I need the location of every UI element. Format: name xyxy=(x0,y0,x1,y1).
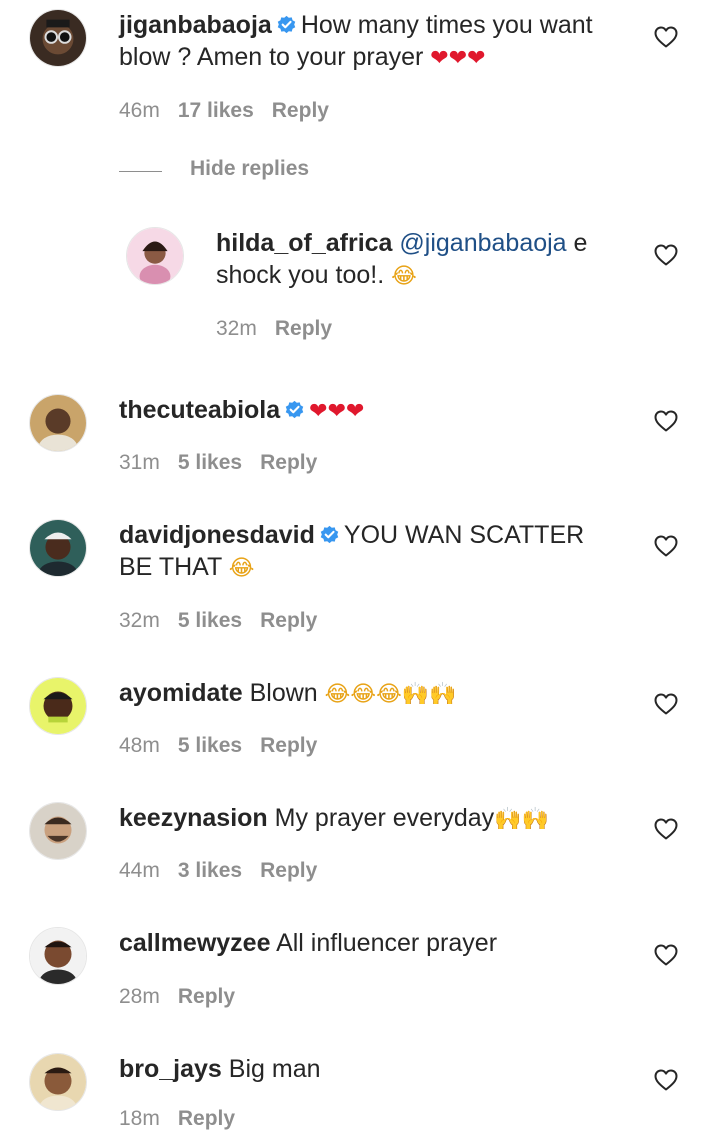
comment-text: hilda_of_africa @jiganbabaoja e shock yo… xyxy=(216,227,616,293)
mention-link[interactable]: @jiganbabaoja xyxy=(399,229,566,257)
like-heart-icon[interactable] xyxy=(654,244,678,266)
divider-line xyxy=(119,171,162,172)
heart-emoji-icon: ❤ xyxy=(309,399,328,424)
avatar[interactable] xyxy=(29,9,87,67)
comment-username[interactable]: thecuteabiola xyxy=(119,396,280,424)
like-heart-icon[interactable] xyxy=(654,410,678,432)
reply-button[interactable]: Reply xyxy=(260,734,317,757)
comment-meta: 32m 5 likes Reply xyxy=(119,609,335,633)
heart-emoji-icon: ❤ xyxy=(327,399,347,424)
heart-emoji-icon: ❤ xyxy=(430,46,449,71)
verified-badge-icon xyxy=(319,524,340,545)
comment-text: davidjonesdavid YOU WAN SCATTER BE THAT 😂 xyxy=(119,519,619,585)
reply-button[interactable]: Reply xyxy=(260,451,317,474)
comment-body: My prayer everyday xyxy=(274,804,495,832)
comment-time: 32m xyxy=(216,317,257,340)
reply-button[interactable]: Reply xyxy=(260,859,317,882)
reply-button[interactable]: Reply xyxy=(260,609,317,632)
comment-text: keezynasion My prayer everyday🙌🙌 xyxy=(119,802,619,836)
like-count[interactable]: 5 likes xyxy=(178,734,242,757)
raised-hands-emoji-icon: 🙌 xyxy=(401,682,430,707)
comment-username[interactable]: ayomidate xyxy=(119,679,243,707)
reply-button[interactable]: Reply xyxy=(272,99,329,122)
comment-body: Big man xyxy=(228,1055,321,1083)
comment-meta: 31m 5 likes Reply xyxy=(119,451,335,475)
comment-username[interactable]: callmewyzee xyxy=(119,929,271,957)
reply-button[interactable]: Reply xyxy=(275,317,332,340)
like-count[interactable]: 3 likes xyxy=(178,859,242,882)
comment-meta: 18m Reply xyxy=(119,1107,253,1131)
avatar[interactable] xyxy=(29,927,87,985)
comment-text: jiganbabaoja How many times you want blow… xyxy=(119,9,619,75)
comment-username[interactable]: keezynasion xyxy=(119,804,268,832)
comment-time: 32m xyxy=(119,609,160,632)
comment-username[interactable]: hilda_of_africa xyxy=(216,229,392,257)
avatar[interactable] xyxy=(29,1053,87,1111)
like-heart-icon[interactable] xyxy=(654,1069,678,1091)
raised-hands-emoji-icon: 🙌 xyxy=(429,682,457,707)
heart-emoji-icon: ❤ xyxy=(448,46,468,71)
laughing-emoji-icon: 😂 xyxy=(350,682,377,707)
avatar[interactable] xyxy=(29,802,87,860)
comment-time: 31m xyxy=(119,451,160,474)
avatar[interactable] xyxy=(29,677,87,735)
comment-text: callmewyzee All influencer prayer xyxy=(119,927,619,959)
verified-badge-icon xyxy=(276,14,297,35)
comment-username[interactable]: bro_jays xyxy=(119,1055,222,1083)
raised-hands-emoji-icon: 🙌 xyxy=(494,807,522,832)
laughing-emoji-icon: 😂 xyxy=(228,556,255,581)
comment-time: 46m xyxy=(119,99,160,122)
comment-username[interactable]: jiganbabaoja xyxy=(119,11,272,39)
avatar[interactable] xyxy=(126,227,184,285)
laughing-emoji-icon: 😂 xyxy=(376,682,402,707)
comment-time: 28m xyxy=(119,985,160,1008)
reply-button[interactable]: Reply xyxy=(178,985,235,1008)
comment-text: bro_jays Big man xyxy=(119,1053,619,1085)
comment-meta: 32m Reply xyxy=(216,317,350,341)
comment-username[interactable]: davidjonesdavid xyxy=(119,521,315,549)
heart-emoji-icon: ❤ xyxy=(346,399,365,424)
comment-time: 18m xyxy=(119,1107,160,1130)
like-count[interactable]: 5 likes xyxy=(178,609,242,632)
like-count[interactable]: 5 likes xyxy=(178,451,242,474)
comment-body: Blown xyxy=(249,679,318,707)
comment-body: All influencer prayer xyxy=(276,929,498,957)
heart-emoji-icon: ❤ xyxy=(467,46,486,71)
verified-badge-icon xyxy=(284,399,305,420)
comment-text: ayomidate Blown 😂😂😂🙌🙌 xyxy=(119,677,619,711)
hide-replies-button[interactable]: Hide replies xyxy=(119,156,419,186)
comment-meta: 46m 17 likes Reply xyxy=(119,99,347,123)
like-heart-icon[interactable] xyxy=(654,26,678,48)
comment-text: thecuteabiola ❤❤❤ xyxy=(119,394,619,428)
comment-meta: 44m 3 likes Reply xyxy=(119,859,335,883)
like-heart-icon[interactable] xyxy=(654,818,678,840)
like-heart-icon[interactable] xyxy=(654,944,678,966)
laughing-emoji-icon: 😂 xyxy=(391,264,417,289)
avatar[interactable] xyxy=(29,519,87,577)
comment-time: 48m xyxy=(119,734,160,757)
laughing-emoji-icon: 😂 xyxy=(324,682,351,707)
raised-hands-emoji-icon: 🙌 xyxy=(521,807,549,832)
comment-time: 44m xyxy=(119,859,160,882)
avatar[interactable] xyxy=(29,394,87,452)
hide-replies-label: Hide replies xyxy=(190,157,310,180)
like-heart-icon[interactable] xyxy=(654,535,678,557)
like-count[interactable]: 17 likes xyxy=(178,99,254,122)
comment-meta: 28m Reply xyxy=(119,985,253,1009)
reply-button[interactable]: Reply xyxy=(178,1107,235,1130)
comment-meta: 48m 5 likes Reply xyxy=(119,734,335,758)
like-heart-icon[interactable] xyxy=(654,693,678,715)
